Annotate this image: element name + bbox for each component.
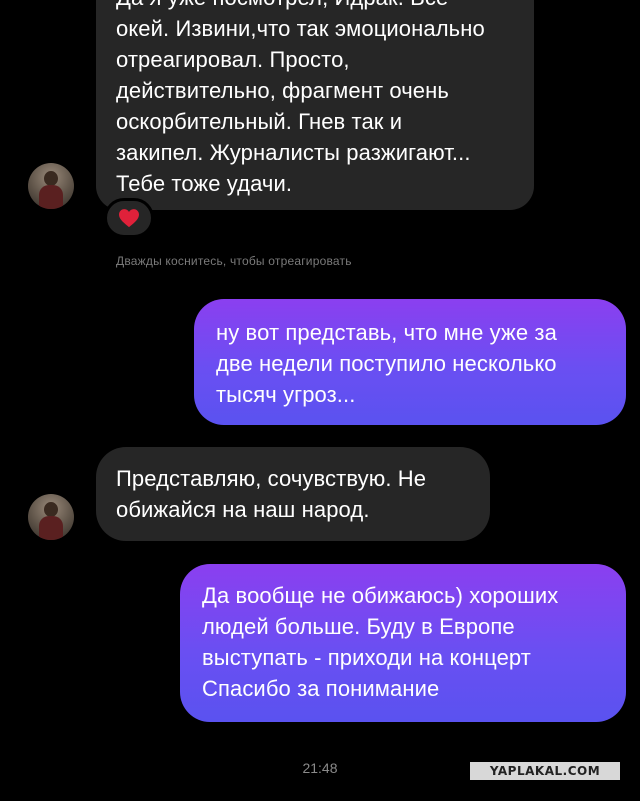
message-line: Спасибо за понимание	[202, 676, 440, 701]
avatar-head	[44, 502, 58, 517]
avatar-torso	[39, 516, 63, 540]
message-line: отреагировал. Просто,	[116, 47, 350, 72]
message-line: тысяч угроз...	[216, 382, 356, 407]
avatar-torso	[39, 185, 63, 209]
heart-icon	[119, 209, 139, 228]
message-line: обижайся на наш народ.	[116, 497, 370, 522]
message-line: ну вот представь, что мне уже за	[216, 320, 557, 345]
message-line: оскорбительный. Гнев так и	[116, 109, 403, 134]
message-line: выступать - приходи на концерт	[202, 645, 531, 670]
incoming-message-bubble[interactable]: Да я уже посмотрел, Идрак. Всё окей. Изв…	[96, 0, 534, 210]
message-line: закипел. Журналисты разжигают...	[116, 140, 471, 165]
contact-avatar[interactable]	[28, 494, 74, 540]
message-line: Да вообще не обижаюсь) хороших	[202, 583, 559, 608]
reaction-hint: Дважды коснитесь, чтобы отреагировать	[116, 254, 352, 268]
message-line: действительно, фрагмент очень	[116, 78, 449, 103]
message-line: людей больше. Буду в Европе	[202, 614, 515, 639]
message-line: две недели поступило несколько	[216, 351, 557, 376]
avatar-head	[44, 171, 58, 186]
heart-reaction[interactable]	[104, 198, 154, 238]
message-line: Да я уже посмотрел, Идрак. Всё	[116, 0, 514, 13]
outgoing-message-bubble[interactable]: Да вообще не обижаюсь) хороших людей бол…	[180, 564, 626, 722]
message-line: Тебе тоже удачи.	[116, 171, 293, 196]
outgoing-message-bubble[interactable]: ну вот представь, что мне уже за две нед…	[194, 299, 626, 425]
message-line: окей. Извини,что так эмоционально	[116, 16, 485, 41]
message-line: Представляю, сочувствую. Не	[116, 466, 427, 491]
site-watermark: YAPLAKAL.COM	[470, 762, 620, 780]
contact-avatar[interactable]	[28, 163, 74, 209]
incoming-message-bubble[interactable]: Представляю, сочувствую. Не обижайся на …	[96, 447, 490, 541]
